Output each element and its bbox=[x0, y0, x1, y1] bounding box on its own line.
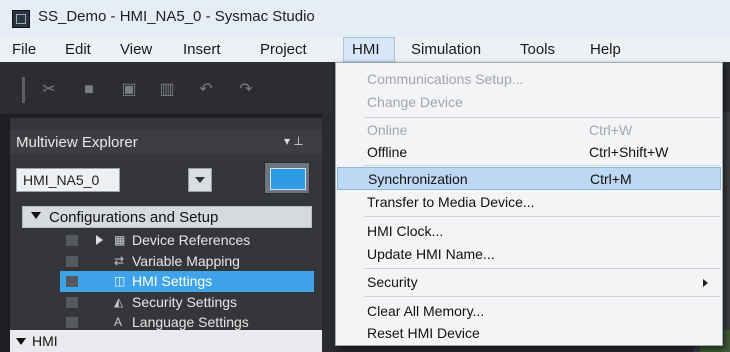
menu-item-transfer-to-media[interactable]: Transfer to Media Device... bbox=[337, 191, 721, 214]
language-settings-icon: A bbox=[114, 315, 123, 329]
menu-separator bbox=[364, 165, 720, 166]
chevron-down-icon[interactable] bbox=[188, 168, 212, 192]
menu-item-synchronization[interactable]: Synchronization Ctrl+M bbox=[337, 167, 721, 190]
redo-icon[interactable]: ↷ bbox=[237, 81, 255, 99]
menu-file[interactable]: File bbox=[12, 41, 36, 58]
collapse-caret-icon[interactable] bbox=[16, 338, 26, 345]
tree-item-label: Security Settings bbox=[132, 294, 238, 310]
menu-item-label: Online bbox=[367, 122, 408, 138]
delete-icon[interactable]: ▥ bbox=[158, 81, 176, 99]
menu-item-label: Security bbox=[367, 274, 418, 290]
tree-item-security-settings[interactable]: ◭ Security Settings bbox=[22, 292, 312, 313]
menu-item-shortcut: Ctrl+W bbox=[589, 122, 633, 138]
menu-item-reset-hmi-device[interactable]: Reset HMI Device bbox=[337, 322, 721, 345]
security-settings-icon: ◭ bbox=[114, 295, 124, 309]
undo-icon[interactable]: ↶ bbox=[197, 81, 215, 99]
menu-separator bbox=[364, 117, 720, 118]
menu-item-label: Communications Setup... bbox=[367, 71, 524, 87]
hmi-device-icon[interactable] bbox=[264, 162, 310, 194]
device-references-icon: ▦ bbox=[114, 233, 126, 247]
window-title: SS_Demo - HMI_NA5_0 - Sysmac Studio bbox=[38, 8, 315, 25]
menu-item-update-hmi-name[interactable]: Update HMI Name... bbox=[337, 243, 721, 266]
menu-hmi-label: HMI bbox=[352, 41, 380, 58]
tree-section-hmi-label: HMI bbox=[32, 333, 58, 349]
tree-item-label: Language Settings bbox=[132, 314, 249, 330]
collapse-caret-icon[interactable] bbox=[31, 212, 41, 219]
menu-item-label: Transfer to Media Device... bbox=[367, 194, 535, 210]
menu-item-hmi-clock[interactable]: HMI Clock... bbox=[337, 220, 721, 243]
menu-separator bbox=[364, 296, 720, 297]
menu-item-change-device[interactable]: Change Device bbox=[337, 91, 721, 114]
menu-item-label: Change Device bbox=[367, 94, 463, 110]
menu-bar: File Edit View Insert Project HMI Simula… bbox=[0, 37, 730, 63]
tree-item-marker bbox=[66, 317, 78, 328]
tree-item-marker bbox=[66, 276, 78, 287]
cut-icon[interactable]: ✂ bbox=[40, 81, 58, 99]
tree-item-label: HMI Settings bbox=[132, 273, 213, 289]
menu-project[interactable]: Project bbox=[260, 41, 307, 58]
hmi-settings-icon: ◫ bbox=[114, 274, 126, 288]
variable-mapping-icon: ⇄ bbox=[114, 254, 125, 268]
menu-item-clear-all-memory[interactable]: Clear All Memory... bbox=[337, 300, 721, 323]
menu-insert[interactable]: Insert bbox=[183, 41, 221, 58]
tree-item-label: Variable Mapping bbox=[132, 253, 240, 269]
tree-section-label: Configurations and Setup bbox=[49, 209, 219, 226]
sysmac-app-icon bbox=[12, 10, 30, 28]
menu-item-online[interactable]: Online Ctrl+W bbox=[337, 119, 721, 142]
menu-view[interactable]: View bbox=[120, 41, 152, 58]
menu-separator bbox=[364, 216, 720, 217]
menu-help[interactable]: Help bbox=[590, 41, 621, 58]
menu-item-shortcut: Ctrl+M bbox=[590, 171, 632, 187]
menu-item-offline[interactable]: Offline Ctrl+Shift+W bbox=[337, 141, 721, 164]
tree-section-configurations[interactable]: Configurations and Setup bbox=[22, 206, 312, 228]
menu-item-label: Update HMI Name... bbox=[367, 246, 495, 262]
menu-hmi[interactable]: HMI bbox=[343, 37, 395, 62]
tree-item-marker bbox=[66, 235, 78, 246]
menu-item-label: Clear All Memory... bbox=[367, 303, 485, 319]
menu-item-communications-setup[interactable]: Communications Setup... bbox=[337, 68, 721, 91]
explorer-title: Multiview Explorer bbox=[16, 134, 138, 151]
device-selector[interactable]: HMI_NA5_0 bbox=[16, 168, 120, 192]
hmi-menu-dropdown: Communications Setup... Change Device On… bbox=[335, 62, 723, 346]
submenu-arrow-icon bbox=[703, 279, 708, 287]
menu-item-label: HMI Clock... bbox=[367, 223, 444, 239]
expand-arrow-icon[interactable] bbox=[96, 235, 103, 245]
toolbar-grip[interactable] bbox=[22, 77, 25, 103]
menu-item-security[interactable]: Security bbox=[337, 271, 721, 294]
tree-item-variable-mapping[interactable]: ⇄ Variable Mapping bbox=[22, 251, 312, 272]
menu-separator bbox=[364, 268, 720, 269]
tree-item-marker bbox=[66, 297, 78, 308]
menu-edit[interactable]: Edit bbox=[65, 41, 91, 58]
tree-item-device-references[interactable]: ▦ Device References bbox=[22, 230, 312, 251]
explorer-pin-icon[interactable]: ▾ ⊥ bbox=[284, 134, 304, 148]
tree-section-hmi[interactable]: HMI bbox=[10, 330, 322, 352]
copy-icon[interactable]: ■ bbox=[80, 81, 98, 99]
menu-item-label: Synchronization bbox=[368, 171, 468, 187]
menu-item-label: Offline bbox=[367, 144, 408, 160]
tree-item-marker bbox=[66, 256, 78, 267]
menu-item-label: Reset HMI Device bbox=[367, 325, 480, 341]
tree-item-hmi-settings[interactable]: ◫ HMI Settings bbox=[60, 271, 314, 292]
device-selector-value: HMI_NA5_0 bbox=[23, 172, 100, 188]
menu-simulation[interactable]: Simulation bbox=[411, 41, 481, 58]
menu-item-shortcut: Ctrl+Shift+W bbox=[589, 144, 669, 160]
paste-icon[interactable]: ▣ bbox=[120, 81, 138, 99]
tree-item-label: Device References bbox=[132, 232, 251, 248]
menu-tools[interactable]: Tools bbox=[520, 41, 555, 58]
